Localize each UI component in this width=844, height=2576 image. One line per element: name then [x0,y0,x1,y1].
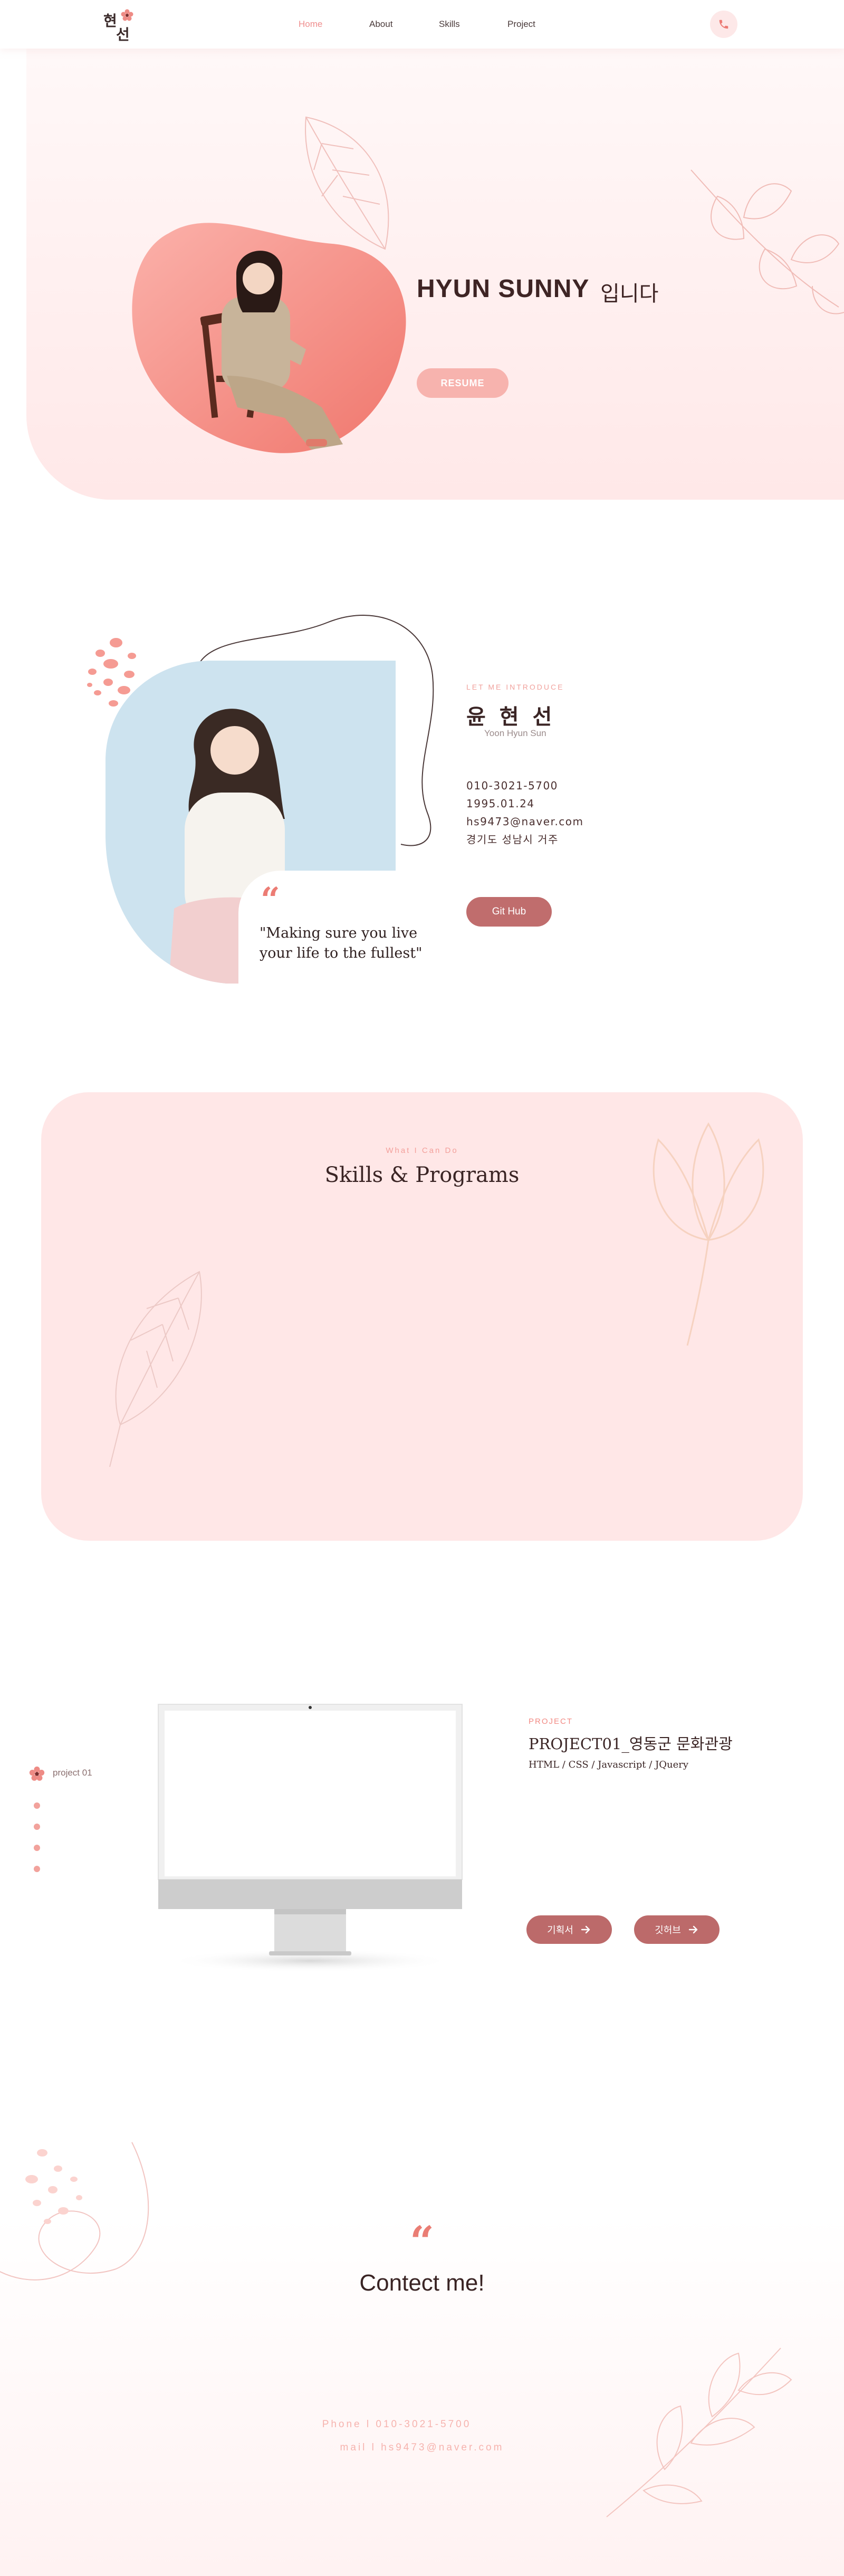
arrow-right-icon [688,1925,698,1934]
skills-section: What I Can Do Skills & Programs [41,1092,803,1541]
about-phone: 010-3021-5700 [466,779,558,792]
hero-name: HYUN SUNNY [417,275,590,303]
logo[interactable]: 현 선 [100,8,137,43]
about-eyebrow: LET ME INTRODUCE [466,683,564,691]
github-site-button-label: 깃허브 [655,1925,681,1936]
project-eyebrow: PROJECT [529,1717,573,1726]
nav-skills[interactable]: Skills [439,19,460,30]
flower-icon [29,1766,45,1781]
about-birth: 1995.01.24 [466,797,535,810]
project-side-label[interactable]: project 01 [53,1768,92,1778]
nav-home[interactable]: Home [299,19,322,30]
header: 현 선 Home About Skills Project [0,0,844,49]
quote-line-1: "Making sure you live [260,925,418,941]
github-site-button[interactable]: 깃허브 [634,1915,720,1944]
resume-button[interactable]: RESUME [417,368,509,398]
about-info: 010-3021-5700 1995.01.24 hs9473@naver.co… [466,777,584,848]
hero-section: HYUN SUNNY 입니다 RESUME [26,49,844,500]
flower-icon [121,9,133,21]
monitor-mockup [158,1704,463,1972]
plan-button-label: 기획서 [547,1925,573,1936]
contact-mail[interactable]: mail l hs9473@naver.com [0,2442,844,2454]
project-dot[interactable] [34,1845,40,1851]
leaf-outline-decoration-icon [109,1271,202,1467]
about-name-roman: Yoon Hyun Sun [484,728,546,738]
quote-line-2: your life to the fullest" [260,945,423,961]
contact-quote-mark-icon: “ [409,2217,434,2266]
hero-suffix: 입니다 [600,282,659,306]
project-tech: HTML / CSS / Javascript / JQuery [529,1759,689,1770]
project-dot[interactable] [34,1866,40,1872]
phone-button[interactable] [710,11,737,38]
project-dot[interactable] [34,1824,40,1830]
nav-about[interactable]: About [369,19,392,30]
hero-portrait [132,223,406,453]
nav-project[interactable]: Project [507,19,535,30]
quote-mark-icon: “ [261,880,280,920]
contact-phone[interactable]: Phone l 010-3021-5700 [0,2419,844,2430]
skills-eyebrow: What I Can Do [386,1146,458,1155]
arrow-right-icon [581,1925,590,1934]
github-button[interactable]: Git Hub [466,897,552,927]
plan-button[interactable]: 기획서 [526,1915,612,1944]
contact-title: Contect me! [359,2270,485,2296]
about-location: 경기도 성남시 거주 [466,833,559,846]
phone-icon [719,20,728,29]
quote-text: "Making sure you live your life to the f… [260,923,422,963]
project-title: PROJECT01_영동군 문화관광 [529,1735,733,1753]
quote-card: “ "Making sure you live your life to the… [238,871,434,984]
about-email[interactable]: hs9473@naver.com [466,813,584,831]
logo-char-bottom: 선 [116,26,130,43]
about-name: 윤 현 선 [466,705,555,729]
branch-decoration-icon [690,169,844,314]
logo-char-top: 현 [103,12,117,30]
project-dot[interactable] [34,1802,40,1809]
skills-title: Skills & Programs [324,1163,520,1187]
